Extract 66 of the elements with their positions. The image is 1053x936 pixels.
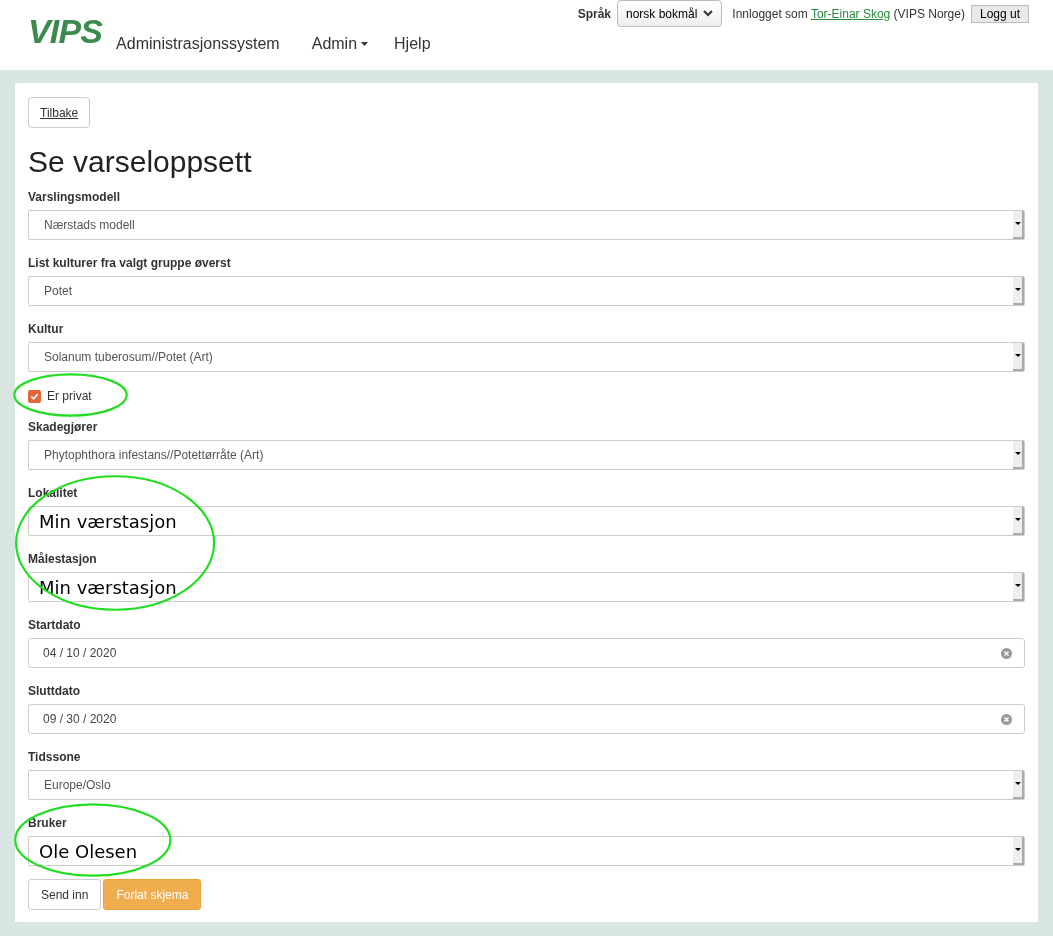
dropdown-arrow-button[interactable] [1013,441,1024,469]
organization-text: (VIPS Norge) [893,6,965,21]
date-field[interactable]: 04 / 10 / 2020 [28,638,1025,668]
dropdown-arrow-button[interactable] [1013,573,1024,601]
field-label: Startdato [28,618,81,632]
checkbox-label: Er privat [47,388,92,405]
field-label: Bruker [28,816,67,830]
select-field[interactable]: Solanum tuberosum//Potet (Art) [28,342,1025,372]
dropdown-arrow-button[interactable] [1013,507,1024,535]
select-value: Potet [43,283,74,300]
caret-icon [1014,584,1021,588]
dropdown-arrow-button[interactable] [1013,837,1024,865]
select-field[interactable]: Nærstads modell [28,210,1025,240]
nav-menu-item[interactable]: Hjelp [394,32,431,56]
dropdown-arrow-button[interactable] [1013,771,1024,799]
field-label: List kulturer fra valgt gruppe øverst [28,256,231,270]
page-title: Se varseloppsett [28,144,253,180]
caret-icon [1014,848,1021,852]
dropdown-arrow-button[interactable] [1013,277,1024,305]
select-field[interactable]: Min værstasjon [28,506,1025,536]
date-value: 09 / 30 / 2020 [43,711,118,728]
caret-icon [361,42,369,46]
nav-menu-item[interactable]: Admin [311,32,369,56]
caret-icon [1014,222,1021,226]
language-select[interactable]: norsk bokmål [617,0,723,27]
logout-button[interactable]: Logg ut [970,4,1029,23]
select-field[interactable]: Potet [28,276,1025,306]
dropdown-arrow-button[interactable] [1013,211,1024,239]
user-link[interactable]: Tor-Einar Skog [810,6,891,21]
field-label: Målestasjon [28,552,97,566]
caret-icon [1014,518,1021,522]
check-icon [30,391,39,401]
field-label: Varslingsmodell [28,190,121,204]
select-field[interactable]: Phytophthora infestans//Potettørråte (Art) [28,440,1025,470]
select-value: Europe/Oslo [43,777,112,794]
chevron-down-icon [703,10,714,17]
select-value: Ole Olesen [38,839,139,864]
back-button[interactable]: Tilbake [28,97,91,128]
logged-in-text: Innlogget som [732,6,808,21]
field-label: Kultur [28,322,64,336]
clear-icon[interactable] [1001,647,1012,659]
date-field[interactable]: 09 / 30 / 2020 [28,704,1025,734]
select-value: Solanum tuberosum//Potet (Art) [43,349,214,366]
select-value: Min værstasjon [38,575,178,600]
clear-icon[interactable] [1001,713,1012,725]
select-value: Min værstasjon [38,509,178,534]
caret-icon [1014,354,1021,358]
checkbox[interactable] [28,389,41,403]
date-value: 04 / 10 / 2020 [43,645,118,662]
caret-icon [1014,452,1021,456]
language-label: Språk [577,5,611,23]
field-label: Tidssone [28,750,81,764]
caret-icon [1014,288,1021,292]
submit-button[interactable]: Send inn [28,879,102,910]
language-value: norsk bokmål [626,5,698,23]
app-title[interactable]: Administrasjonssystem [116,32,280,56]
logo[interactable]: VIPS [28,14,103,48]
select-field[interactable]: Min værstasjon [28,572,1025,602]
caret-icon [1014,782,1021,786]
dropdown-arrow-button[interactable] [1013,343,1024,371]
field-label: Sluttdato [28,684,80,698]
select-field[interactable]: Ole Olesen [28,836,1025,866]
select-value: Nærstads modell [43,217,136,234]
field-label: Skadegjører [28,420,98,434]
select-value: Phytophthora infestans//Potettørråte (Art) [43,447,265,464]
select-field[interactable]: Europe/Oslo [28,770,1025,800]
